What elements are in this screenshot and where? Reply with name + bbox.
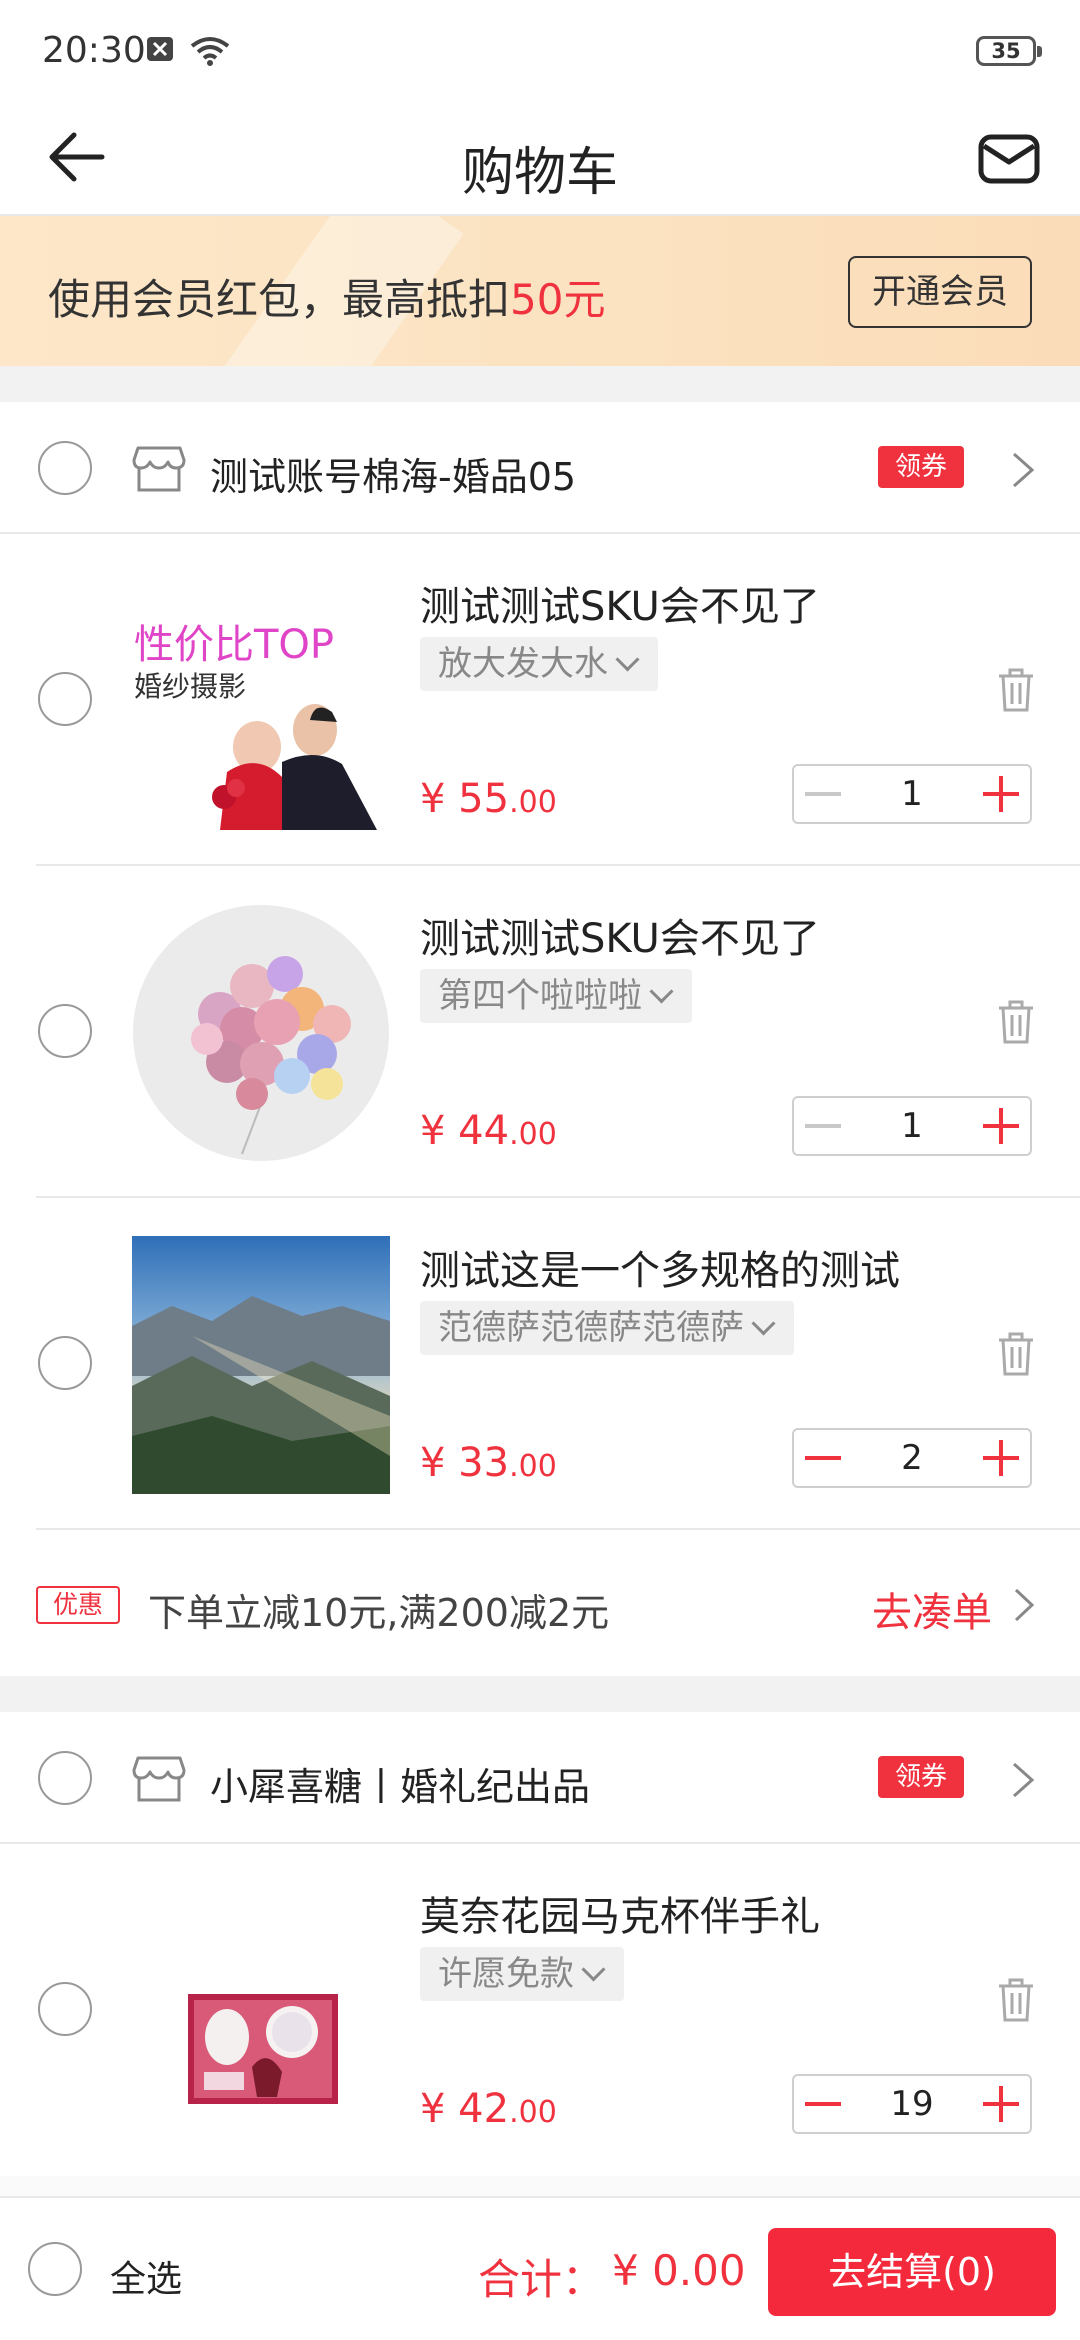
- promo-row[interactable]: 优惠 下单立减10元,满200减2元 去凑单: [0, 1532, 1080, 1676]
- product-title[interactable]: 测试测试SKU会不见了: [420, 906, 820, 964]
- trash-icon[interactable]: [996, 998, 1036, 1046]
- decrease-button[interactable]: [794, 766, 864, 822]
- quantity-stepper: 2: [792, 1428, 1032, 1488]
- product-title[interactable]: 莫奈花园马克杯伴手礼: [420, 1884, 820, 1942]
- price-decimal: .00: [509, 785, 557, 820]
- product-price: ¥ 33.00: [420, 1440, 557, 1486]
- section-gap: [0, 366, 1080, 402]
- divider: [36, 1528, 1080, 1530]
- price-currency: ¥: [420, 1108, 459, 1154]
- wifi-icon: [190, 37, 230, 66]
- price-integer: 42: [458, 2086, 510, 2132]
- chevron-right-icon[interactable]: [1012, 1586, 1036, 1624]
- increase-button[interactable]: [960, 766, 1030, 822]
- decrease-button[interactable]: [794, 1098, 864, 1154]
- quantity-value[interactable]: 1: [864, 766, 960, 822]
- status-time: 20:30: [42, 30, 146, 71]
- get-coupon-badge[interactable]: 领券: [878, 446, 964, 488]
- checkout-button[interactable]: 去结算(0): [768, 2228, 1056, 2316]
- item-select-radio[interactable]: [38, 672, 92, 726]
- open-membership-button[interactable]: 开通会员: [848, 256, 1032, 328]
- shop-select-radio[interactable]: [38, 441, 92, 495]
- trash-icon[interactable]: [996, 1976, 1036, 2024]
- cart-item: 测试测试SKU会不见了 第四个啦啦啦 ¥ 44.00 1: [0, 866, 1080, 1198]
- sku-selector[interactable]: 范德萨范德萨范德萨: [420, 1301, 794, 1355]
- section-gap: [0, 2176, 1080, 2196]
- app-header: 购物车: [0, 100, 1080, 216]
- shop-row[interactable]: 测试账号棉海-婚品05 领券: [0, 402, 1080, 534]
- product-title[interactable]: 测试测试SKU会不见了: [420, 574, 820, 632]
- trash-icon[interactable]: [996, 666, 1036, 714]
- price-integer: 55: [458, 776, 510, 822]
- price-currency: ¥: [420, 1440, 459, 1486]
- shop-row[interactable]: 小犀喜糖丨婚礼纪出品 领券: [0, 1712, 1080, 1844]
- product-price: ¥ 42.00: [420, 2086, 557, 2132]
- battery-icon: 35: [976, 36, 1042, 66]
- select-all-label[interactable]: 全选: [110, 2250, 182, 2302]
- total-amount: ¥ 0.00: [612, 2246, 746, 2295]
- price-currency: ¥: [420, 776, 459, 822]
- increase-button[interactable]: [960, 1098, 1030, 1154]
- banner-text: 使用会员红包，最高抵扣50元: [48, 266, 605, 327]
- price-decimal: .00: [509, 1449, 557, 1484]
- section-gap: [0, 1676, 1080, 1712]
- product-price: ¥ 55.00: [420, 776, 557, 822]
- cart-item: 测试这是一个多规格的测试 范德萨范德萨范德萨 ¥ 33.00 2: [0, 1198, 1080, 1530]
- product-title[interactable]: 测试这是一个多规格的测试: [420, 1238, 900, 1296]
- quantity-value[interactable]: 2: [864, 1430, 960, 1486]
- increase-button[interactable]: [960, 2076, 1030, 2132]
- sku-selector[interactable]: 放大发大水: [420, 637, 658, 691]
- product-image[interactable]: [132, 904, 390, 1162]
- page-title: 购物车: [461, 143, 618, 203]
- sku-selector[interactable]: 第四个啦啦啦: [420, 969, 692, 1023]
- quantity-stepper: 19: [792, 2074, 1032, 2134]
- decrease-button[interactable]: [794, 1430, 864, 1486]
- quantity-stepper: 1: [792, 764, 1032, 824]
- item-select-radio[interactable]: [38, 1336, 92, 1390]
- product-image[interactable]: 性价比TOP 婚纱摄影: [132, 572, 390, 830]
- store-icon: [132, 1756, 186, 1802]
- increase-button[interactable]: [960, 1430, 1030, 1486]
- shop-name[interactable]: 测试账号棉海-婚品05: [210, 446, 576, 501]
- product-image[interactable]: [132, 1236, 390, 1494]
- item-select-radio[interactable]: [38, 1982, 92, 2036]
- image-caption: 性价比TOP: [134, 622, 334, 668]
- price-decimal: .00: [509, 1117, 557, 1152]
- checkout-bar: 全选 合计： ¥ 0.00 去结算(0): [0, 2196, 1080, 2340]
- product-price: ¥ 44.00: [420, 1108, 557, 1154]
- cart-item: 莫奈花园马克杯伴手礼 许愿免款 ¥ 42.00 19: [0, 1844, 1080, 2176]
- decrease-button[interactable]: [794, 2076, 864, 2132]
- sku-selector[interactable]: 许愿免款: [420, 1947, 624, 2001]
- shop-select-radio[interactable]: [38, 1751, 92, 1805]
- banner-amount: 50元: [510, 275, 606, 324]
- select-all-radio[interactable]: [28, 2242, 82, 2296]
- cart-item: 性价比TOP 婚纱摄影 测试测试SKU会不见了 放大发大水 ¥ 55.00 1: [0, 534, 1080, 866]
- add-more-link[interactable]: 去凑单: [872, 1580, 992, 1638]
- notification-icon: [147, 37, 173, 61]
- quantity-value[interactable]: 1: [864, 1098, 960, 1154]
- promo-text: 下单立减10元,满200减2元: [148, 1591, 610, 1635]
- price-integer: 33: [458, 1440, 510, 1486]
- banner-message: 使用会员红包，最高抵扣: [48, 275, 511, 324]
- message-icon[interactable]: [976, 126, 1042, 192]
- item-select-radio[interactable]: [38, 1004, 92, 1058]
- shop-name[interactable]: 小犀喜糖丨婚礼纪出品: [210, 1756, 590, 1811]
- product-image[interactable]: [132, 1882, 390, 2140]
- quantity-stepper: 1: [792, 1096, 1032, 1156]
- get-coupon-badge[interactable]: 领券: [878, 1756, 964, 1798]
- price-decimal: .00: [509, 2095, 557, 2130]
- chevron-right-icon[interactable]: [1010, 1760, 1036, 1800]
- chevron-right-icon[interactable]: [1010, 450, 1036, 490]
- trash-icon[interactable]: [996, 1330, 1036, 1378]
- price-currency: ¥: [420, 2086, 459, 2132]
- membership-banner: 使用会员红包，最高抵扣50元 开通会员: [0, 216, 1080, 366]
- price-integer: 44: [458, 1108, 510, 1154]
- quantity-value[interactable]: 19: [864, 2076, 960, 2132]
- image-caption: 婚纱摄影: [134, 670, 246, 703]
- status-bar: 20:30 35: [0, 0, 1080, 100]
- store-icon: [132, 446, 186, 492]
- promo-tag: 优惠: [36, 1586, 120, 1624]
- total-label: 合计：: [478, 2255, 605, 2304]
